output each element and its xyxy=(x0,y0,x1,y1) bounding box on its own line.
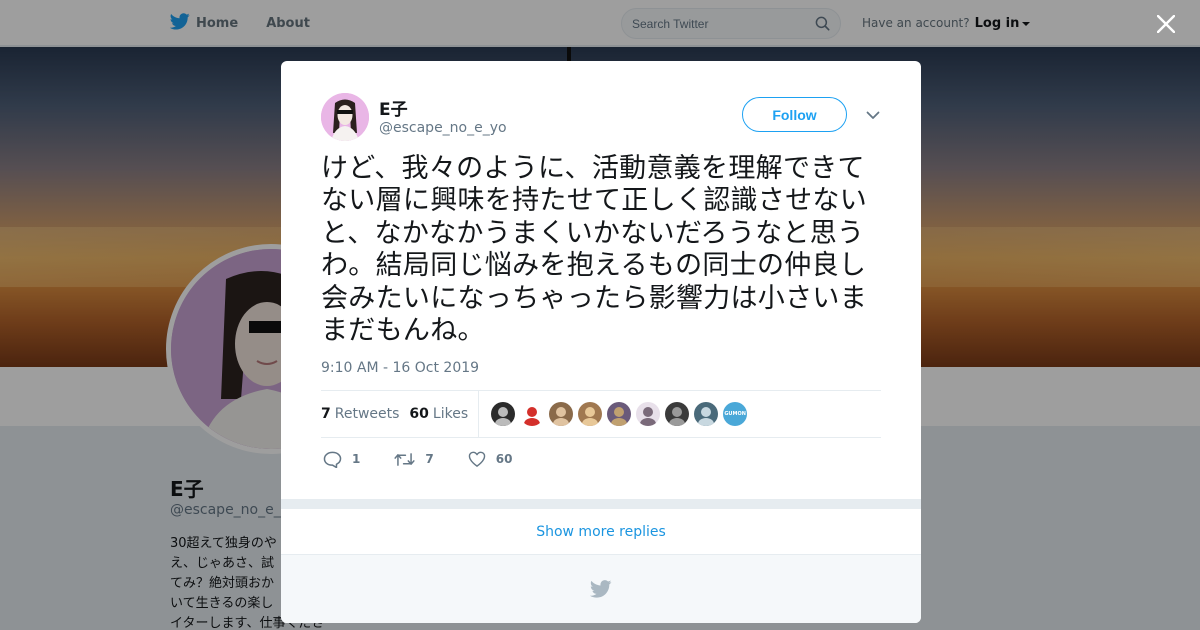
retweet-label: Retweets xyxy=(334,406,400,422)
reply-count: 1 xyxy=(352,452,361,466)
close-icon xyxy=(1157,15,1175,33)
liker-avatars: GUMON xyxy=(491,402,748,426)
heart-icon xyxy=(468,451,485,467)
tweet-modal: E子 @escape_no_e_yo Follow けど、我々のように、活動意義… xyxy=(281,61,921,623)
chevron-down-icon xyxy=(866,111,880,119)
tweet-author-avatar[interactable] xyxy=(321,93,369,141)
liker-avatar[interactable] xyxy=(665,402,690,426)
retweet-icon xyxy=(394,452,415,466)
close-button[interactable] xyxy=(1152,10,1180,38)
retweet-action[interactable]: 7 xyxy=(394,452,434,467)
show-more-replies-link[interactable]: Show more replies xyxy=(281,509,921,555)
reply-action[interactable]: 1 xyxy=(323,451,360,468)
liker-avatar[interactable] xyxy=(520,402,545,426)
liker-avatar[interactable] xyxy=(636,402,661,426)
reply-icon xyxy=(323,451,342,468)
like-action-count: 60 xyxy=(495,452,513,466)
liker-avatar[interactable] xyxy=(491,402,516,426)
retweet-count: 7 xyxy=(321,406,331,422)
like-count: 60 xyxy=(409,406,429,422)
like-stat[interactable]: 60 Likes xyxy=(409,406,468,422)
liker-avatar[interactable] xyxy=(694,402,719,426)
tweet-stats: 7 Retweets 60 Likes GUMON xyxy=(321,390,881,438)
more-options-button[interactable] xyxy=(865,107,881,123)
modal-footer xyxy=(281,555,921,623)
stats-divider xyxy=(478,391,480,437)
like-label: Likes xyxy=(432,406,469,422)
liker-avatar[interactable]: GUMON xyxy=(723,402,748,426)
retweet-action-count: 7 xyxy=(425,452,434,466)
twitter-bird-icon xyxy=(590,580,612,598)
liker-avatar[interactable] xyxy=(607,402,632,426)
tweet-timestamp[interactable]: 9:10 AM - 16 Oct 2019 xyxy=(321,360,479,376)
tweet-author-handle[interactable]: @escape_no_e_yo xyxy=(379,120,507,136)
tweet-text: けど、我々のように、活動意義を理解できてない層に興味を持たせて正しく認識させない… xyxy=(321,153,867,347)
avatar-illustration xyxy=(321,93,369,141)
tweet-author-name[interactable]: E子 xyxy=(379,95,408,120)
tweet-header: E子 @escape_no_e_yo Follow xyxy=(321,93,881,141)
liker-avatar[interactable] xyxy=(549,402,574,426)
liker-avatar[interactable] xyxy=(578,402,603,426)
retweet-stat[interactable]: 7 Retweets xyxy=(321,406,399,422)
like-action[interactable]: 60 xyxy=(468,451,513,467)
follow-button[interactable]: Follow xyxy=(742,97,847,132)
tweet-actions: 1 7 60 xyxy=(321,448,881,470)
replies-separator xyxy=(281,499,921,509)
